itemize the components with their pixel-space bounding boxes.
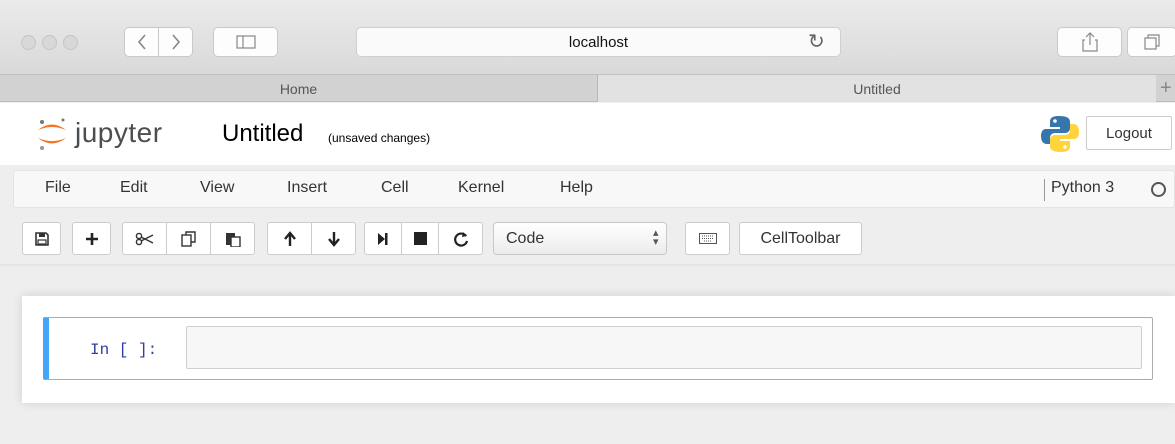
menu-file[interactable]: File: [45, 179, 71, 197]
arrow-up-icon: [283, 230, 296, 246]
jupyter-logo-text[interactable]: jupyter: [75, 117, 163, 149]
move-down-button[interactable]: [311, 222, 356, 255]
url-text: localhost: [568, 33, 629, 51]
browser-tabbar: Home Untitled +: [0, 74, 1175, 102]
celltoolbar-label: CellToolbar: [760, 229, 841, 247]
keyboard-icon: [698, 233, 717, 244]
code-input-area[interactable]: [186, 326, 1142, 369]
window-minimize-button[interactable]: [42, 35, 57, 50]
chevron-left-icon: [137, 34, 146, 50]
kernel-status-indicator: [1151, 182, 1166, 197]
move-up-button[interactable]: [267, 222, 312, 255]
menu-kernel[interactable]: Kernel: [458, 179, 504, 197]
stop-icon: [413, 232, 427, 245]
input-prompt: In [ ]:: [90, 341, 158, 359]
browser-tab-untitled[interactable]: Untitled: [598, 75, 1156, 102]
menu-insert[interactable]: Insert: [287, 179, 327, 197]
tabs-icon: [1144, 34, 1160, 50]
python-logo-icon: [1041, 116, 1079, 152]
menu-view[interactable]: View: [200, 179, 234, 197]
reload-icon[interactable]: ↻: [808, 29, 825, 54]
kernel-name[interactable]: Python 3: [1044, 179, 1114, 201]
command-palette-button[interactable]: [685, 222, 730, 255]
cut-icon: [135, 232, 153, 245]
copy-button[interactable]: [166, 222, 211, 255]
logout-button[interactable]: Logout: [1086, 116, 1172, 150]
jupyter-logo-icon: [38, 118, 66, 150]
tabs-overview-button[interactable]: [1127, 27, 1175, 57]
menu-cell[interactable]: Cell: [381, 179, 409, 197]
save-status: (unsaved changes): [328, 131, 431, 145]
insert-cell-button[interactable]: [72, 222, 111, 255]
window-zoom-button[interactable]: [63, 35, 78, 50]
tab-label: Home: [279, 80, 318, 97]
arrow-down-icon: [327, 231, 340, 247]
share-icon: [1081, 32, 1098, 52]
celltoolbar-button[interactable]: CellToolbar: [739, 222, 862, 255]
menu-edit[interactable]: Edit: [120, 179, 148, 197]
save-button[interactable]: [22, 222, 61, 255]
notebook-title[interactable]: Untitled: [222, 120, 303, 148]
select-arrows-icon: ▴ ▾: [653, 227, 659, 248]
plus-icon: [85, 232, 98, 245]
plus-icon: +: [1160, 77, 1172, 99]
new-tab-button[interactable]: +: [1160, 75, 1175, 102]
copy-icon: [180, 230, 196, 247]
paste-icon: [225, 232, 241, 247]
sidebar-icon: [235, 35, 256, 49]
cell-type-select[interactable]: Code: [493, 222, 667, 255]
refresh-icon: [453, 231, 468, 247]
save-icon: [34, 231, 49, 246]
tab-label: Untitled: [853, 80, 901, 97]
jupyter-header: jupyter Untitled (unsaved changes) Logou…: [0, 103, 1175, 165]
cell-type-value: Code: [506, 229, 545, 247]
browser-titlebar: localhost ↻: [0, 0, 1175, 74]
cut-button[interactable]: [122, 222, 167, 255]
menubar: File Edit View Insert Cell Kernel Help P…: [13, 170, 1175, 208]
browser-tab-home[interactable]: Home: [0, 75, 598, 102]
logout-label: Logout: [1106, 124, 1152, 142]
share-button[interactable]: [1057, 27, 1122, 57]
menu-help[interactable]: Help: [560, 179, 593, 197]
address-bar[interactable]: localhost: [356, 27, 841, 57]
paste-button[interactable]: [210, 222, 255, 255]
interrupt-kernel-button[interactable]: [401, 222, 439, 255]
chevron-right-icon: [171, 34, 180, 50]
toolbar-divider: [0, 264, 1175, 267]
window-close-button[interactable]: [21, 35, 36, 50]
forward-button[interactable]: [158, 27, 193, 57]
back-button[interactable]: [124, 27, 159, 57]
sidebar-toggle-button[interactable]: [213, 27, 278, 57]
restart-kernel-button[interactable]: [438, 222, 483, 255]
step-forward-icon: [378, 232, 388, 245]
run-cell-button[interactable]: [364, 222, 402, 255]
